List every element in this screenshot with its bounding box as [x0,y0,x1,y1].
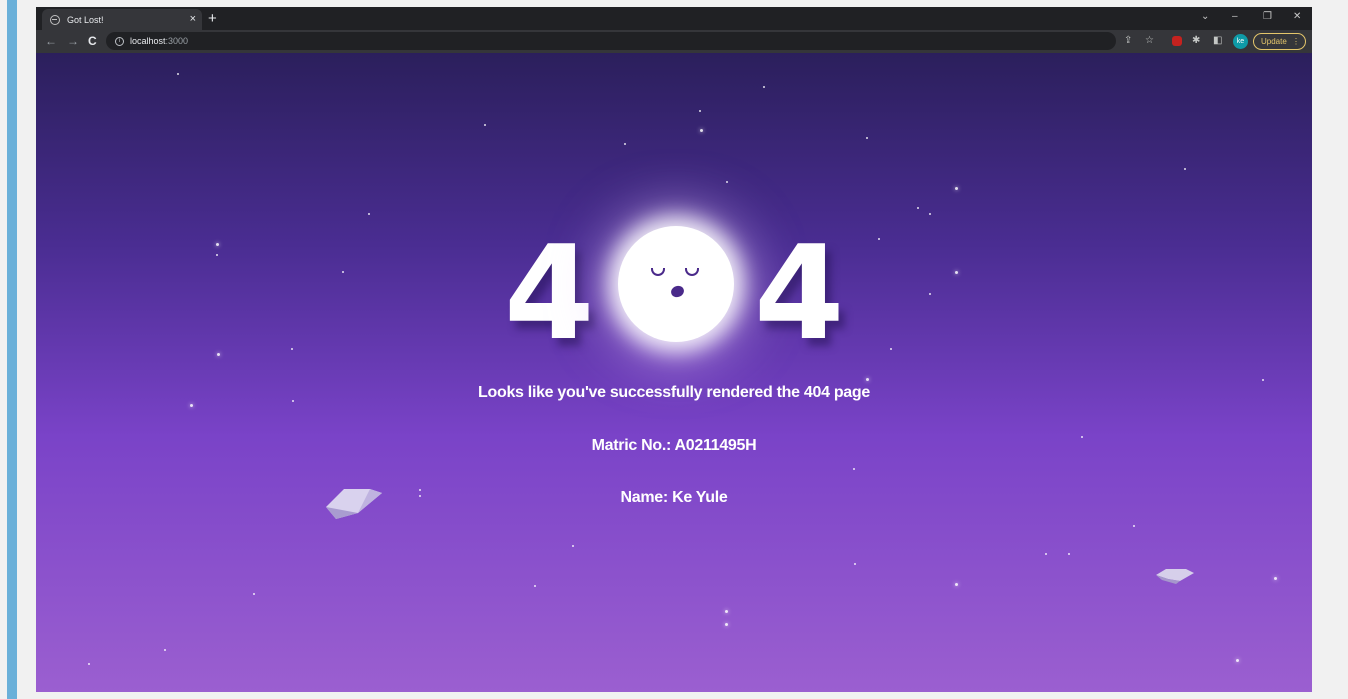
star [1262,379,1264,381]
star [534,585,536,587]
star [572,545,574,547]
star [929,293,931,295]
share-icon[interactable]: ⇪ [1124,35,1132,47]
side-panel-icon[interactable]: ◧ [1213,35,1222,47]
star [1068,553,1070,555]
menu-kebab-icon[interactable]: ⋮ [1292,34,1300,49]
digit-four-left: 4 [504,217,595,369]
update-label: Update [1261,37,1287,46]
not-found-message: Looks like you've successfully rendered … [478,384,870,401]
bookmark-star-icon[interactable]: ☆ [1145,35,1154,47]
tab-got-lost[interactable]: Got Lost! × [42,9,202,30]
star [1133,525,1135,527]
extensions-puzzle-icon[interactable]: ✱ [1192,35,1200,47]
star [725,623,728,626]
floating-rock-right [1156,569,1194,584]
sleeping-moon [618,226,734,342]
star [955,187,958,190]
tab-close-button[interactable]: × [190,14,196,25]
not-found-page: 4 4 Looks like you've successfully rende… [36,53,1312,692]
star [1184,168,1186,170]
star [725,610,728,613]
star [726,181,728,183]
close-window-icon[interactable]: ✕ [1293,10,1301,24]
star [253,593,255,595]
reload-icon[interactable]: C [88,34,97,48]
tab-search-chevron-icon[interactable]: ⌄ [1201,10,1209,24]
star [853,468,855,470]
star [164,649,166,651]
profile-avatar[interactable]: ke [1233,34,1248,49]
star [890,348,892,350]
star [866,378,869,381]
star [763,86,765,88]
tab-strip: Got Lost! × + ⌄ – ❐ ✕ [36,7,1312,30]
star [177,73,179,75]
address-bar[interactable]: i localhost :3000 [106,32,1116,50]
forward-arrow-icon[interactable]: → [67,34,79,48]
star [216,243,219,246]
star [1236,659,1239,662]
star [917,207,919,209]
url-port: :3000 [165,36,189,46]
star [217,353,220,356]
ublock-extension-icon[interactable] [1172,36,1182,46]
tab-title: Got Lost! [67,14,104,25]
star [955,271,958,274]
browser-toolbar: ← → C i localhost :3000 ⇪ ☆ ✱ ◧ ke Updat… [36,30,1312,53]
new-tab-button[interactable]: + [208,9,217,28]
star [88,663,90,665]
star [624,143,626,145]
back-arrow-icon[interactable]: ← [45,34,57,48]
minimize-icon[interactable]: – [1232,10,1238,24]
globe-icon [50,14,60,25]
left-eye-icon [651,268,665,276]
info-icon[interactable]: i [115,36,124,46]
star [878,238,880,240]
star [484,124,486,126]
star [955,583,958,586]
star [216,254,218,256]
star [700,129,703,132]
star [1045,553,1047,555]
star [866,137,868,139]
star [699,110,701,112]
star [291,348,293,350]
mouth-icon [669,284,686,299]
left-panel-strip [7,0,17,699]
matric-number: Matric No.: A0211495H [591,437,757,454]
author-name: Name: Ke Yule [620,489,728,506]
star [342,271,344,273]
star [929,213,931,215]
browser-window: Got Lost! × + ⌄ – ❐ ✕ ← → C i localhost … [36,7,1312,692]
url-host: localhost [130,36,166,46]
restore-icon[interactable]: ❐ [1263,10,1272,24]
star [854,563,856,565]
star [368,213,370,215]
right-eye-icon [685,268,699,276]
star [1274,577,1277,580]
digit-four-right: 4 [754,217,845,369]
update-button[interactable]: Update ⋮ [1253,33,1306,50]
star [190,404,193,407]
